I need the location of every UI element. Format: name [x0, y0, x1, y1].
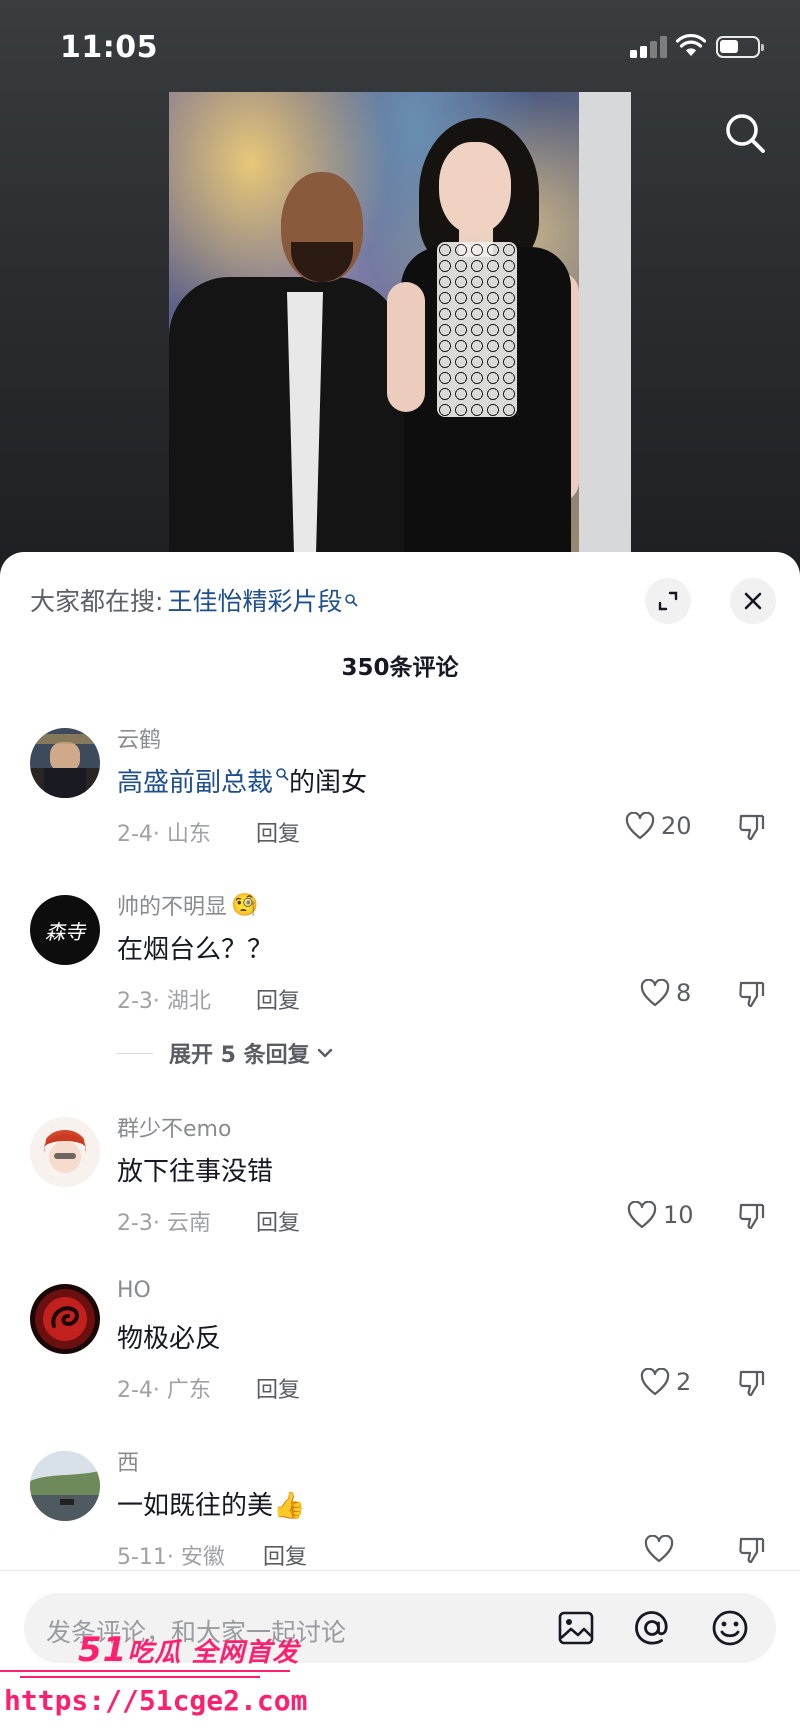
- username[interactable]: 云鹤: [117, 722, 161, 754]
- comment-item[interactable]: 森寺 帅的不明显 🧐 在烟台么？？ 2-3· 湖北 回复 8 展开 5 条回复: [0, 889, 800, 1111]
- video-area: 11:05: [0, 0, 800, 580]
- avatar-image: [30, 1284, 100, 1354]
- avatar[interactable]: [30, 728, 100, 798]
- heart-icon: [625, 812, 655, 840]
- username[interactable]: 帅的不明显 🧐: [117, 889, 258, 921]
- heart-icon: [640, 1368, 670, 1396]
- man-jacket: [169, 277, 404, 562]
- comments-sheet: 大家都在搜: 王佳怡精彩片段 350条评论 云鹤 高盛前副总裁 的闺女 2-4·…: [0, 552, 800, 1731]
- dislike-icon[interactable]: [737, 1535, 767, 1565]
- mention-icon[interactable]: [631, 1607, 673, 1649]
- expand-replies-button[interactable]: 展开 5 条回复: [117, 1037, 334, 1069]
- dislike-icon[interactable]: [737, 812, 767, 842]
- comment-date-location: 5-11· 安徽: [117, 1545, 225, 1570]
- woman-face: [439, 142, 511, 234]
- close-button[interactable]: [730, 578, 776, 624]
- comment-item[interactable]: HO 物极必反 2-4· 广东 回复 2: [0, 1278, 800, 1445]
- avatar-image: [30, 728, 100, 798]
- comment-text-rest: 的闺女: [289, 768, 368, 798]
- watermark-lines: [0, 1670, 290, 1678]
- comment-list: 云鹤 高盛前副总裁 的闺女 2-4· 山东 回复 20 森寺 帅的不明显 🧐 在…: [0, 722, 800, 1612]
- comment-text: 物极必反: [117, 1324, 222, 1354]
- comment-date-location: 2-4· 广东: [117, 1378, 211, 1403]
- comment-text: 放下往事没错: [117, 1157, 274, 1187]
- like-button[interactable]: 20: [625, 812, 692, 840]
- dislike-icon[interactable]: [737, 1201, 767, 1231]
- watermark-brand: 51吃瓜 全网首发: [78, 1630, 299, 1670]
- search-icon: [276, 768, 289, 781]
- comment-keyword-link[interactable]: 高盛前副总裁: [117, 768, 273, 798]
- woman-necklace: [437, 242, 517, 417]
- emoji-icon[interactable]: [709, 1607, 751, 1649]
- username-text: 帅的不明显: [117, 895, 228, 920]
- dislike-icon[interactable]: [737, 979, 767, 1009]
- search-icon[interactable]: [722, 110, 768, 156]
- like-button[interactable]: [644, 1535, 674, 1563]
- chevron-down-icon: [317, 1048, 332, 1058]
- avatar-image: 森寺: [30, 895, 100, 965]
- divider: [117, 1052, 153, 1054]
- signal-icon: [630, 36, 668, 58]
- watermark: 51吃瓜 全网首发 https://51cge2.com: [0, 1612, 320, 1731]
- comment-text: 一如既往的美👍: [117, 1491, 306, 1521]
- username[interactable]: HO: [117, 1278, 151, 1303]
- reply-button[interactable]: 回复: [256, 816, 300, 848]
- reply-button[interactable]: 回复: [263, 1539, 307, 1571]
- battery-icon: [716, 36, 764, 58]
- woman-hand: [387, 282, 425, 412]
- comment-text: 高盛前副总裁 的闺女: [117, 762, 367, 799]
- watermark-brand-text: 吃瓜 全网首发: [127, 1638, 300, 1668]
- comment-date-location: 2-3· 云南: [117, 1211, 211, 1236]
- avatar[interactable]: 森寺: [30, 895, 100, 965]
- watermark-brand-number: 51: [78, 1630, 128, 1670]
- expand-button[interactable]: [645, 578, 691, 624]
- like-count: 2: [676, 1368, 692, 1396]
- close-icon: [744, 592, 762, 610]
- avatar[interactable]: [30, 1451, 100, 1521]
- avatar-image: [30, 1117, 100, 1187]
- like-count: 20: [661, 812, 692, 840]
- like-count: 8: [676, 979, 692, 1007]
- comment-date-location: 2-4· 山东: [117, 822, 211, 847]
- like-button[interactable]: 8: [640, 979, 691, 1007]
- status-bar: 11:05: [0, 0, 800, 96]
- trending-prefix: 大家都在搜:: [30, 587, 164, 616]
- heart-icon: [627, 1201, 657, 1229]
- expand-replies-label: 展开 5 条回复: [169, 1043, 310, 1068]
- video-photo[interactable]: [169, 92, 631, 562]
- reply-button[interactable]: 回复: [256, 983, 300, 1015]
- comment-count: 350条评论: [341, 655, 459, 681]
- username[interactable]: 群少不emo: [117, 1111, 231, 1143]
- wall: [579, 92, 631, 562]
- watermark-url: https://51cge2.com: [4, 1684, 308, 1717]
- trending-query-link[interactable]: 王佳怡精彩片段: [167, 582, 342, 618]
- avatar[interactable]: [30, 1284, 100, 1354]
- wifi-icon: [676, 34, 706, 56]
- comment-text: 在烟台么？？: [117, 935, 274, 965]
- username[interactable]: 西: [117, 1445, 139, 1477]
- like-button[interactable]: 10: [627, 1201, 694, 1229]
- like-count: 10: [663, 1201, 694, 1229]
- heart-icon: [644, 1535, 674, 1563]
- image-icon[interactable]: [555, 1607, 597, 1649]
- comment-date-location: 2-3· 湖北: [117, 989, 211, 1014]
- avatar-image: [30, 1451, 100, 1521]
- username-emoji: 🧐: [231, 892, 259, 918]
- reply-button[interactable]: 回复: [256, 1372, 300, 1404]
- expand-icon: [658, 591, 678, 611]
- comment-item[interactable]: 群少不emo 放下往事没错 2-3· 云南 回复 10: [0, 1111, 800, 1278]
- reply-button[interactable]: 回复: [256, 1205, 300, 1237]
- like-button[interactable]: 2: [640, 1368, 691, 1396]
- trending-search[interactable]: 大家都在搜: 王佳怡精彩片段: [30, 582, 358, 618]
- status-time: 11:05: [60, 30, 158, 65]
- svg-text:森寺: 森寺: [45, 920, 87, 944]
- heart-icon: [640, 979, 670, 1007]
- comment-item[interactable]: 云鹤 高盛前副总裁 的闺女 2-4· 山东 回复 20: [0, 722, 800, 889]
- avatar[interactable]: [30, 1117, 100, 1187]
- search-icon: [345, 594, 358, 607]
- dislike-icon[interactable]: [737, 1368, 767, 1398]
